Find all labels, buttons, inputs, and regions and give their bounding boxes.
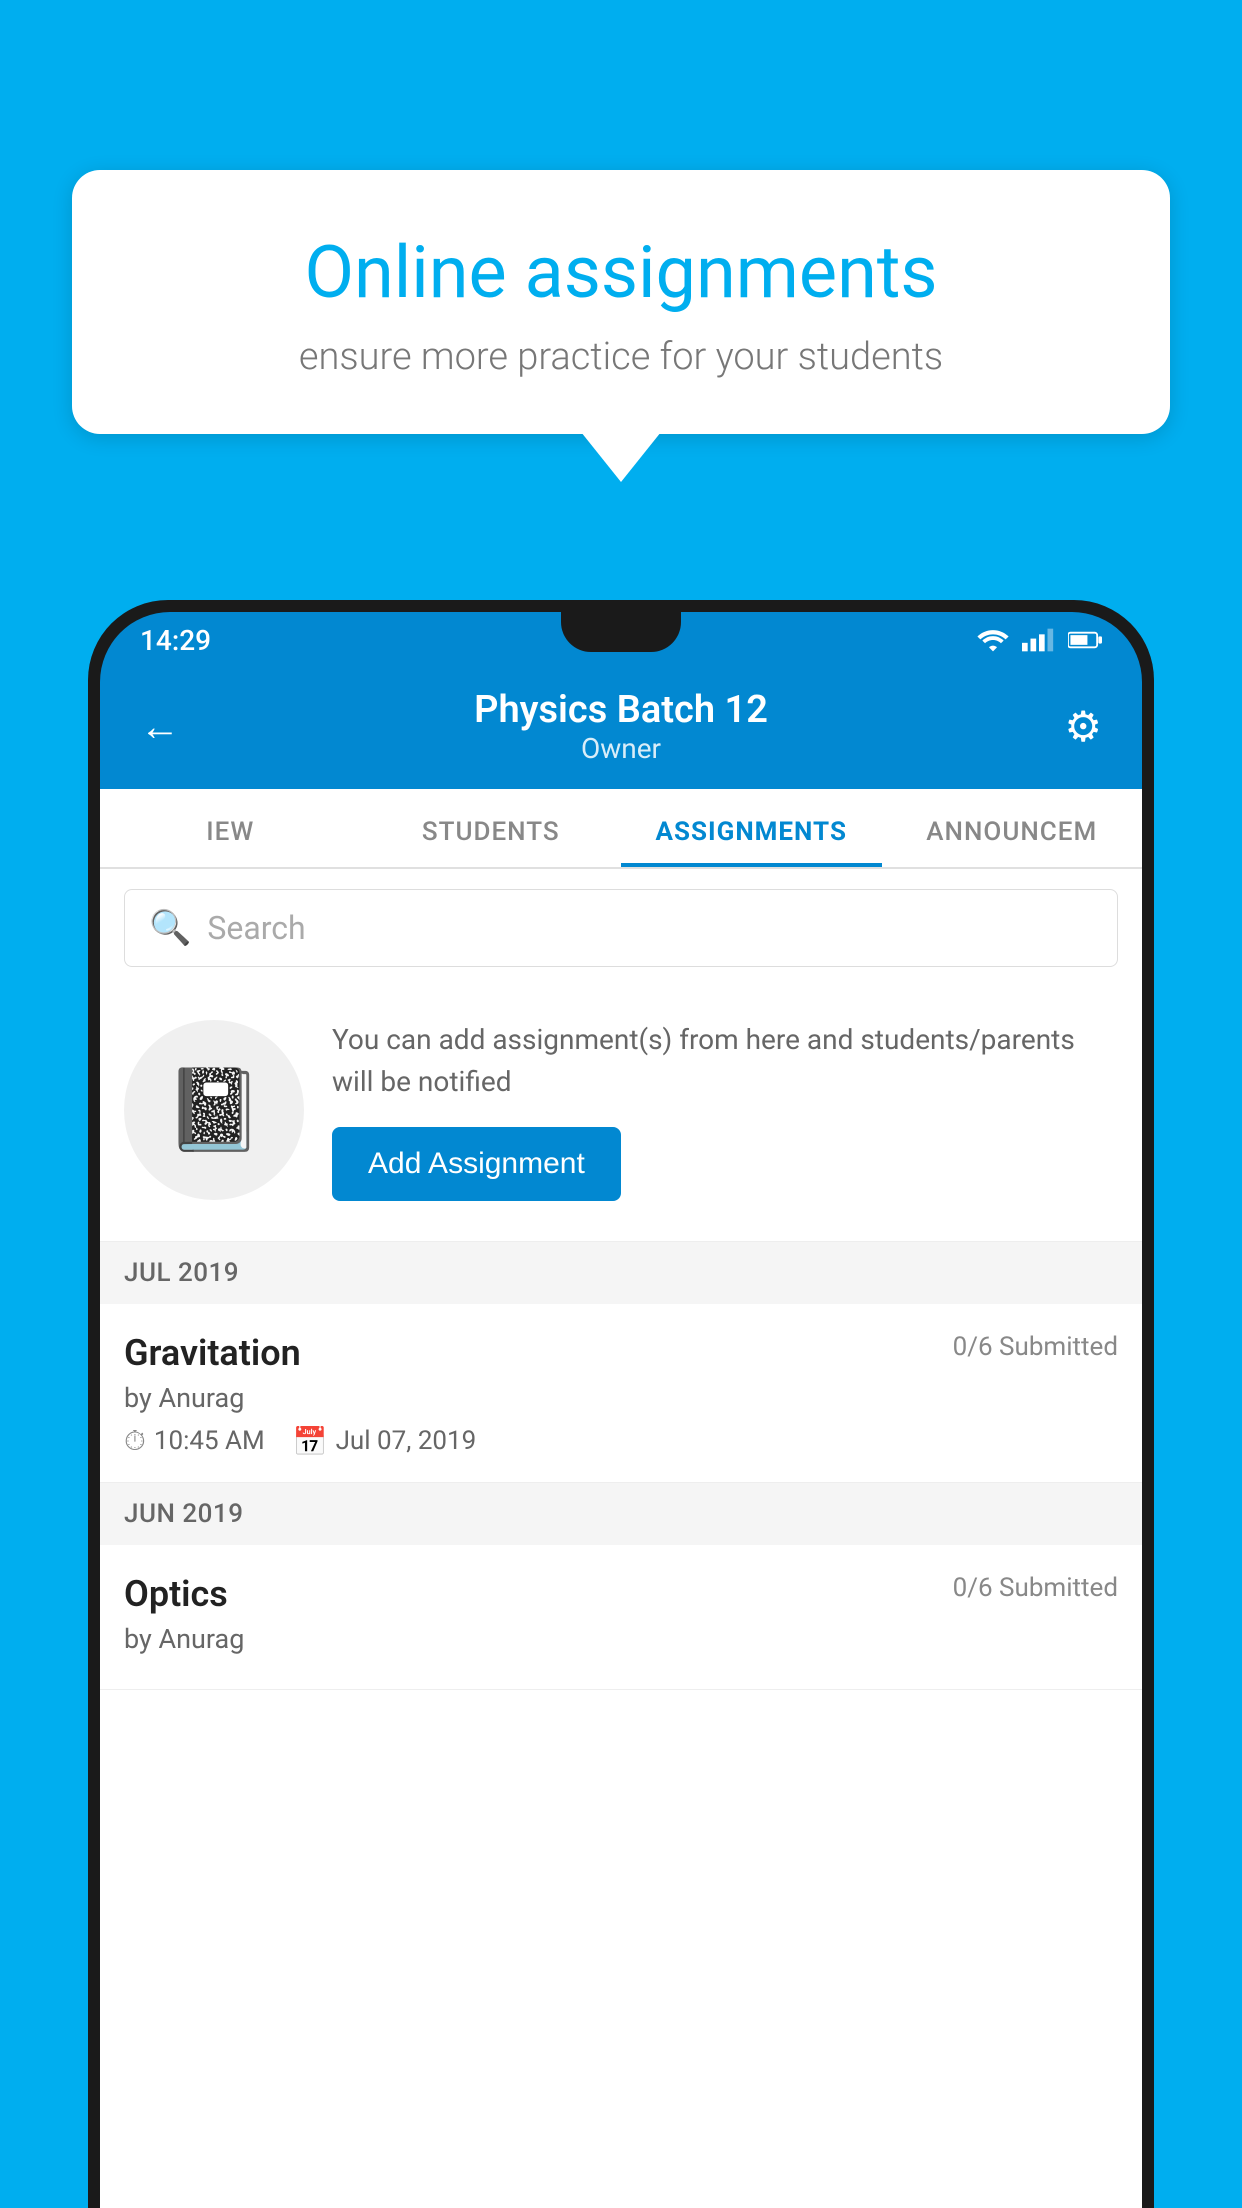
- promo-icon-circle: 📓: [124, 1020, 304, 1200]
- tabs-bar: IEW STUDENTS ASSIGNMENTS ANNOUNCEM: [100, 789, 1142, 869]
- header-title-block: Physics Batch 12 Owner: [474, 688, 768, 765]
- assignment-by-optics: by Anurag: [124, 1623, 1118, 1655]
- status-bar: 14:29: [100, 612, 1142, 668]
- calendar-icon: 📅: [293, 1425, 328, 1458]
- content-area: 🔍 Search 📓 You can add assignment(s) fro…: [100, 869, 1142, 2208]
- assignment-top-row: Gravitation 0/6 Submitted: [124, 1332, 1118, 1374]
- promo-content: You can add assignment(s) from here and …: [332, 1019, 1118, 1201]
- wifi-icon: [976, 628, 1010, 652]
- bubble-title: Online assignments: [142, 230, 1100, 315]
- notch: [561, 612, 681, 652]
- search-placeholder: Search: [207, 909, 305, 947]
- section-header-jun: JUN 2019: [100, 1483, 1142, 1545]
- settings-icon[interactable]: ⚙: [1052, 702, 1102, 752]
- signal-icon: [1022, 628, 1056, 652]
- search-icon: 🔍: [149, 908, 191, 948]
- clock-icon: ⏱: [124, 1424, 146, 1458]
- phone-inner: 14:29: [100, 612, 1142, 2208]
- assignment-by: by Anurag: [124, 1382, 1118, 1414]
- back-button[interactable]: ←: [140, 703, 190, 750]
- assignment-time-meta: ⏱ 10:45 AM: [124, 1424, 265, 1458]
- tab-iew[interactable]: IEW: [100, 789, 361, 867]
- bubble-subtitle: ensure more practice for your students: [142, 335, 1100, 379]
- assignment-item-gravitation[interactable]: Gravitation 0/6 Submitted by Anurag ⏱ 10…: [100, 1304, 1142, 1483]
- promo-text: You can add assignment(s) from here and …: [332, 1019, 1118, 1103]
- assignment-time: 10:45 AM: [154, 1426, 265, 1456]
- header-subtitle: Owner: [474, 732, 768, 765]
- status-icons: [976, 628, 1102, 652]
- assignment-item-optics[interactable]: Optics 0/6 Submitted by Anurag: [100, 1545, 1142, 1690]
- notebook-icon: 📓: [164, 1063, 264, 1157]
- status-time: 14:29: [140, 624, 211, 657]
- section-header-jul: JUL 2019: [100, 1242, 1142, 1304]
- speech-bubble: Online assignments ensure more practice …: [72, 170, 1170, 434]
- assignment-date-meta: 📅 Jul 07, 2019: [293, 1425, 477, 1458]
- assignment-submitted: 0/6 Submitted: [953, 1332, 1118, 1362]
- add-assignment-promo: 📓 You can add assignment(s) from here an…: [100, 987, 1142, 1242]
- assignment-submitted-optics: 0/6 Submitted: [953, 1573, 1118, 1603]
- battery-icon: [1068, 628, 1102, 652]
- assignment-top-row-optics: Optics 0/6 Submitted: [124, 1573, 1118, 1615]
- assignment-meta: ⏱ 10:45 AM 📅 Jul 07, 2019: [124, 1424, 1118, 1458]
- search-bar-wrapper: 🔍 Search: [100, 869, 1142, 987]
- tab-announcements[interactable]: ANNOUNCEM: [882, 789, 1143, 867]
- header-title: Physics Batch 12: [474, 688, 768, 732]
- assignment-date: Jul 07, 2019: [336, 1426, 477, 1456]
- assignment-name: Gravitation: [124, 1332, 301, 1374]
- app-header: ← Physics Batch 12 Owner ⚙: [100, 668, 1142, 789]
- phone-frame: 14:29: [88, 600, 1154, 2208]
- add-assignment-button[interactable]: Add Assignment: [332, 1127, 621, 1201]
- tab-assignments[interactable]: ASSIGNMENTS: [621, 789, 882, 867]
- assignment-name-optics: Optics: [124, 1573, 228, 1615]
- search-bar[interactable]: 🔍 Search: [124, 889, 1118, 967]
- tab-students[interactable]: STUDENTS: [361, 789, 622, 867]
- speech-bubble-container: Online assignments ensure more practice …: [72, 170, 1170, 434]
